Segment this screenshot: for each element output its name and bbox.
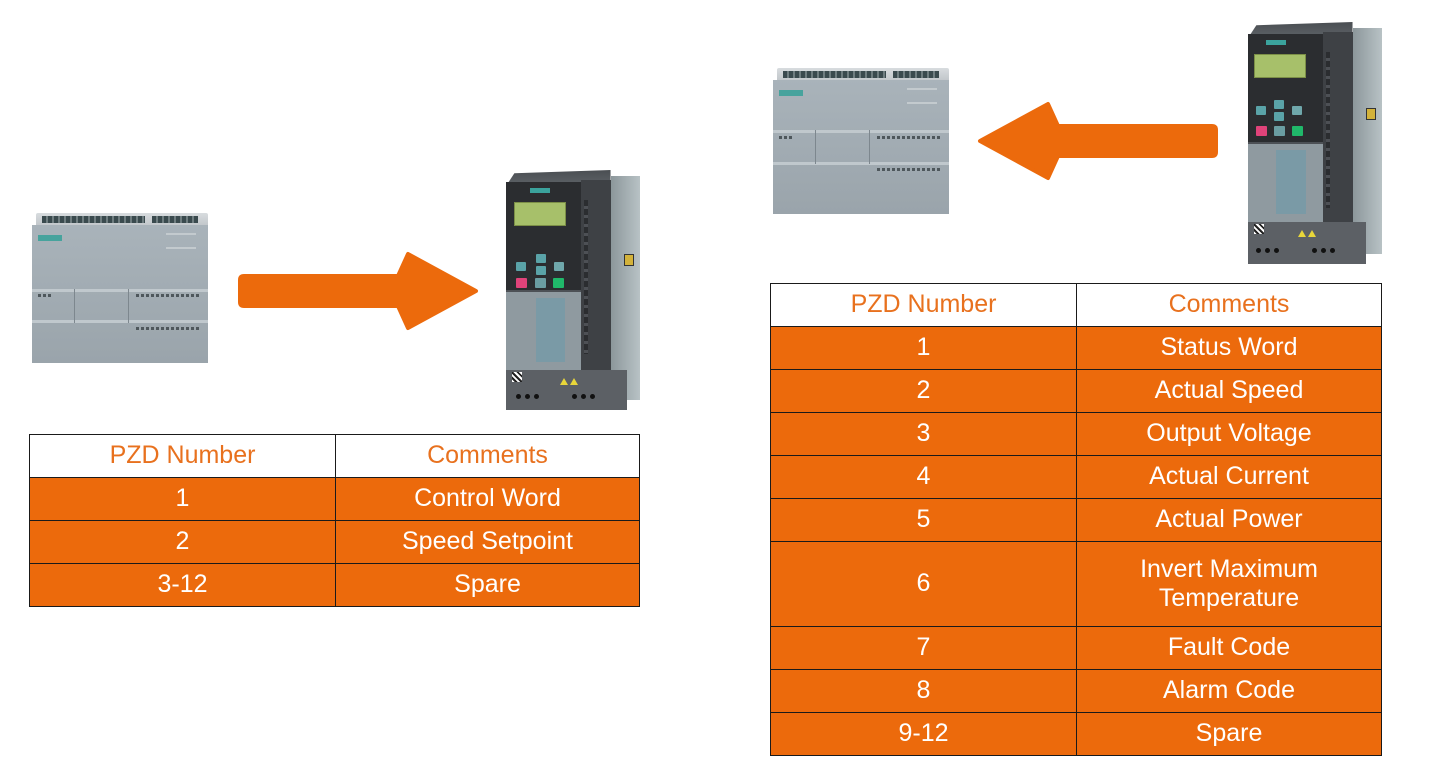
warning-sticker-icon bbox=[1366, 108, 1376, 120]
pzd-number-cell: 3-12 bbox=[29, 563, 336, 607]
table-header-row: PZD Number Comments bbox=[29, 434, 640, 478]
table-row: 8 Alarm Code bbox=[770, 669, 1382, 713]
pzd-number-cell: 2 bbox=[29, 520, 336, 564]
warning-sticker-icon bbox=[624, 254, 634, 266]
header-pzd-number: PZD Number bbox=[770, 283, 1077, 327]
pzd-number-cell: 2 bbox=[770, 369, 1077, 413]
siemens-logo-icon bbox=[1266, 40, 1286, 45]
pzd-number-cell: 9-12 bbox=[770, 712, 1077, 756]
comment-line: Temperature bbox=[1158, 584, 1300, 612]
receive-pzd-table: PZD Number Comments 1 Status Word 2 Actu… bbox=[770, 283, 1382, 756]
table-header-row: PZD Number Comments bbox=[770, 283, 1382, 327]
plc-model-label bbox=[166, 233, 196, 249]
siemens-logo-icon bbox=[530, 188, 550, 193]
ok-button-icon bbox=[1292, 106, 1302, 115]
table-row: 6 Invert Maximum Temperature bbox=[770, 541, 1382, 627]
warning-icon bbox=[1298, 230, 1306, 237]
stop-button-icon bbox=[516, 278, 527, 288]
table-row: 5 Actual Power bbox=[770, 498, 1382, 542]
left-arrow-icon bbox=[978, 102, 1218, 180]
comment-cell: Fault Code bbox=[1076, 626, 1382, 670]
comment-cell: Speed Setpoint bbox=[335, 520, 640, 564]
power-terminals bbox=[1248, 222, 1366, 264]
plc-body bbox=[773, 80, 949, 214]
comment-cell: Actual Current bbox=[1076, 455, 1382, 499]
table-row: 2 Speed Setpoint bbox=[29, 520, 640, 564]
comment-cell: Spare bbox=[1076, 712, 1382, 756]
table-row: 4 Actual Current bbox=[770, 455, 1382, 499]
plc-left bbox=[32, 213, 208, 363]
comment-cell: Actual Power bbox=[1076, 498, 1382, 542]
comment-cell: Actual Speed bbox=[1076, 369, 1382, 413]
drive-side bbox=[1352, 28, 1382, 254]
drive-left bbox=[506, 170, 640, 410]
table-row: 1 Control Word bbox=[29, 477, 640, 521]
pzd-number-cell: 5 bbox=[770, 498, 1077, 542]
table-row: 3 Output Voltage bbox=[770, 412, 1382, 456]
warning-icon bbox=[1308, 230, 1316, 237]
ok-button-icon bbox=[554, 262, 564, 271]
warning-icon bbox=[560, 378, 568, 385]
comment-cell: Spare bbox=[335, 563, 640, 607]
operator-panel bbox=[506, 182, 582, 290]
pzd-number-cell: 1 bbox=[29, 477, 336, 521]
siemens-logo-icon bbox=[38, 235, 62, 241]
warning-icon bbox=[570, 378, 578, 385]
table-row: 2 Actual Speed bbox=[770, 369, 1382, 413]
comment-line: Invert Maximum bbox=[1140, 554, 1318, 583]
right-arrow-icon bbox=[238, 252, 478, 330]
power-terminals bbox=[506, 370, 627, 410]
comment-cell: Alarm Code bbox=[1076, 669, 1382, 713]
drive-heatsink bbox=[581, 180, 611, 374]
start-button-icon bbox=[1292, 126, 1303, 136]
down-button-icon bbox=[536, 266, 546, 275]
header-comments: Comments bbox=[1076, 283, 1382, 327]
up-button-icon bbox=[1274, 100, 1284, 109]
plc-right bbox=[773, 68, 949, 214]
drive-right bbox=[1248, 22, 1382, 264]
siemens-logo-icon bbox=[779, 90, 803, 96]
esc-button-icon bbox=[516, 262, 526, 271]
lcd-display bbox=[1254, 54, 1306, 78]
plc-model-label bbox=[907, 88, 937, 104]
pzd-number-cell: 6 bbox=[770, 541, 1077, 627]
drive-heatsink bbox=[1323, 32, 1353, 228]
stop-button-icon bbox=[1256, 126, 1267, 136]
esc-button-icon bbox=[1256, 106, 1266, 115]
pzd-number-cell: 3 bbox=[770, 412, 1077, 456]
operator-panel bbox=[1248, 34, 1324, 142]
up-button-icon bbox=[536, 254, 546, 263]
pzd-number-cell: 4 bbox=[770, 455, 1077, 499]
comment-cell: Output Voltage bbox=[1076, 412, 1382, 456]
control-unit bbox=[506, 292, 582, 370]
qr-code-icon bbox=[1254, 224, 1264, 234]
send-pzd-table: PZD Number Comments 1 Control Word 2 Spe… bbox=[29, 434, 640, 607]
header-comments: Comments bbox=[335, 434, 640, 478]
comment-cell: Control Word bbox=[335, 477, 640, 521]
plc-body bbox=[32, 225, 208, 363]
lcd-display bbox=[514, 202, 566, 226]
pzd-number-cell: 7 bbox=[770, 626, 1077, 670]
comment-cell: Invert Maximum Temperature bbox=[1076, 541, 1382, 627]
table-row: 9-12 Spare bbox=[770, 712, 1382, 756]
comment-cell: Status Word bbox=[1076, 326, 1382, 370]
hand-auto-button-icon bbox=[1274, 126, 1285, 136]
drive-side bbox=[610, 176, 640, 400]
header-pzd-number: PZD Number bbox=[29, 434, 336, 478]
qr-code-icon bbox=[512, 372, 522, 382]
hand-auto-button-icon bbox=[535, 278, 546, 288]
down-button-icon bbox=[1274, 112, 1284, 121]
control-unit bbox=[1248, 144, 1324, 222]
table-row: 1 Status Word bbox=[770, 326, 1382, 370]
table-row: 3-12 Spare bbox=[29, 563, 640, 607]
pzd-number-cell: 8 bbox=[770, 669, 1077, 713]
table-row: 7 Fault Code bbox=[770, 626, 1382, 670]
start-button-icon bbox=[553, 278, 564, 288]
pzd-number-cell: 1 bbox=[770, 326, 1077, 370]
